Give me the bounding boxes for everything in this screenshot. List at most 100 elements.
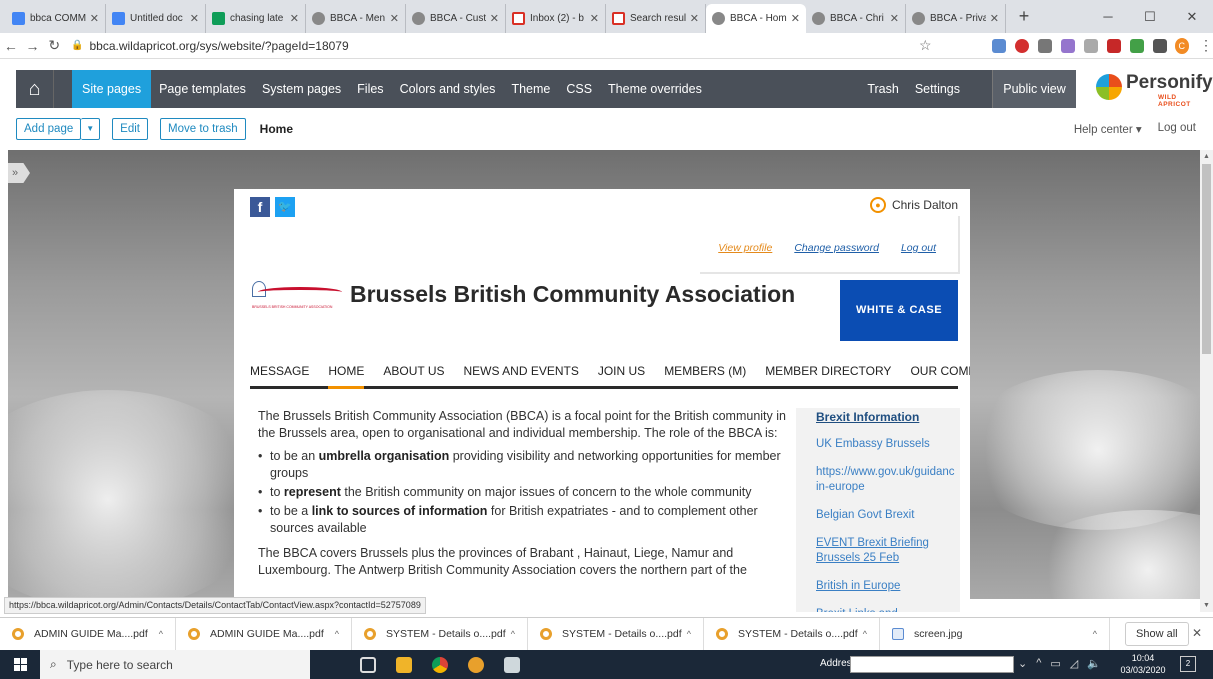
download-options-icon[interactable]: ^	[687, 629, 691, 639]
browser-app-icon[interactable]	[468, 656, 484, 673]
tab-close-icon[interactable]: ✕	[690, 12, 699, 25]
log-out-link[interactable]: Log out	[1158, 122, 1196, 136]
battery-icon[interactable]: ▭	[1050, 657, 1060, 670]
nav-item-join-us[interactable]: JOIN US	[598, 361, 645, 386]
download-item[interactable]: SYSTEM - Details o....pdf ^	[352, 617, 528, 651]
tab-close-icon[interactable]: ✕	[890, 12, 899, 25]
notification-center-icon[interactable]: 2	[1180, 656, 1196, 672]
bookmark-star-icon[interactable]: ☆	[919, 37, 932, 54]
scrollbar-thumb[interactable]	[1202, 164, 1211, 354]
extension-icon[interactable]	[991, 38, 1006, 53]
close-shelf-icon[interactable]: ✕	[1192, 626, 1202, 640]
extension-icon[interactable]	[1152, 38, 1167, 53]
twitter-icon[interactable]: 🐦	[275, 197, 295, 217]
nav-item-message[interactable]: MESSAGE	[250, 361, 309, 386]
photos-icon[interactable]	[504, 656, 520, 673]
admin-menu-site-pages[interactable]: Site pages	[72, 70, 152, 108]
sidebar-link[interactable]: EVENT Brexit Briefing Brussels 25 Feb	[816, 536, 960, 566]
view-profile-link[interactable]: View profile	[718, 242, 772, 254]
sponsor-banner[interactable]: WHITE & CASE	[840, 280, 958, 341]
tab-close-icon[interactable]: ✕	[490, 12, 499, 25]
browser-tab[interactable]: Untitled doc ✕	[106, 4, 206, 33]
download-options-icon[interactable]: ^	[863, 629, 867, 639]
sidebar-link[interactable]: https://www.gov.uk/guidanc in-europe	[816, 465, 960, 495]
tray-expand-icon[interactable]: ^	[1036, 657, 1041, 670]
download-options-icon[interactable]: ^	[511, 629, 515, 639]
admin-home-icon[interactable]: ⌂	[16, 70, 54, 108]
back-icon[interactable]: ←	[0, 38, 22, 54]
tab-close-icon[interactable]: ✕	[990, 12, 999, 25]
tab-close-icon[interactable]: ✕	[290, 12, 299, 25]
browser-tab[interactable]: BBCA - Cust ✕	[406, 4, 506, 33]
tab-close-icon[interactable]: ✕	[190, 12, 199, 25]
admin-menu-colors-and-styles[interactable]: Colors and styles	[392, 70, 504, 108]
page-scrollbar[interactable]: ▲ ▼	[1200, 150, 1213, 612]
admin-menu-theme-overrides[interactable]: Theme overrides	[600, 70, 710, 108]
download-item[interactable]: screen.jpg ^	[880, 617, 1110, 651]
extension-icon[interactable]	[1083, 38, 1098, 53]
minimize-icon[interactable]: ─	[1087, 0, 1129, 33]
scroll-down-icon[interactable]: ▼	[1200, 599, 1213, 612]
task-view-icon[interactable]	[360, 656, 376, 673]
public-view-button[interactable]: Public view	[992, 70, 1076, 108]
nav-item-home[interactable]: HOME	[328, 361, 365, 389]
url-bar[interactable]: 🔒 bbca.wildapricot.org/sys/website/?page…	[71, 35, 901, 57]
volume-icon[interactable]: 🔈	[1087, 657, 1101, 670]
browser-tab[interactable]: BBCA - Priva ✕	[906, 4, 1006, 33]
close-window-icon[interactable]: ✕	[1171, 0, 1213, 33]
sidebar-link[interactable]: Belgian Govt Brexit	[816, 508, 960, 523]
admin-menu-system-pages[interactable]: System pages	[254, 70, 349, 108]
admin-menu-css[interactable]: CSS	[558, 70, 600, 108]
scroll-up-icon[interactable]: ▲	[1200, 150, 1213, 163]
maximize-icon[interactable]: ☐	[1129, 0, 1171, 33]
sidebar-link[interactable]: British in Europe	[816, 579, 960, 594]
taskbar-search[interactable]: ⌕ Type here to search	[40, 650, 310, 679]
opera-extension-icon[interactable]	[1014, 38, 1029, 53]
nav-item-news-and-events[interactable]: NEWS AND EVENTS	[463, 361, 578, 386]
new-tab-button[interactable]: +	[1014, 6, 1034, 27]
help-center-link[interactable]: Help center ▾	[1074, 122, 1142, 136]
tab-close-icon[interactable]: ✕	[590, 12, 599, 25]
reload-icon[interactable]: ↻	[43, 37, 65, 54]
site-log-out-link[interactable]: Log out	[901, 242, 936, 254]
admin-menu-trash[interactable]: Trash	[859, 70, 907, 108]
extension-icon[interactable]	[1037, 38, 1052, 53]
sidebar-heading[interactable]: Brexit Information	[816, 410, 960, 424]
system-clock[interactable]: 10:04 03/03/2020	[1118, 652, 1168, 676]
browser-tab[interactable]: BBCA - Men ✕	[306, 4, 406, 33]
bbca-logo[interactable]: BRUSSELS BRITISH COMMUNITY ASSOCIATION	[252, 277, 344, 317]
nav-item-about-us[interactable]: ABOUT US	[383, 361, 444, 386]
browser-tab[interactable]: chasing late ✕	[206, 4, 306, 33]
download-item[interactable]: ADMIN GUIDE Ma....pdf ^	[176, 617, 352, 651]
sidebar-link[interactable]: Brexit Links and	[816, 607, 960, 612]
nav-item-our-community[interactable]: OUR COMMUNITY	[910, 361, 970, 386]
extension-icon[interactable]	[1129, 38, 1144, 53]
download-options-icon[interactable]: ^	[159, 629, 163, 639]
download-item[interactable]: SYSTEM - Details o....pdf ^	[528, 617, 704, 651]
network-icon[interactable]: ◿	[1070, 657, 1078, 670]
nav-item-member-directory[interactable]: MEMBER DIRECTORY	[765, 361, 891, 386]
edit-button[interactable]: Edit	[112, 118, 148, 140]
download-options-icon[interactable]: ^	[335, 629, 339, 639]
change-password-link[interactable]: Change password	[794, 242, 879, 254]
admin-menu-files[interactable]: Files	[349, 70, 391, 108]
browser-tab[interactable]: Search resul ✕	[606, 4, 706, 33]
chrome-icon[interactable]	[432, 656, 448, 673]
admin-menu-page-templates[interactable]: Page templates	[151, 70, 254, 108]
extension-icon[interactable]	[1060, 38, 1075, 53]
extension-icon[interactable]	[1106, 38, 1121, 53]
file-explorer-icon[interactable]	[396, 656, 412, 673]
browser-tab[interactable]: BBCA - Hom ✕	[706, 4, 806, 33]
profile-avatar[interactable]: C	[1174, 37, 1190, 54]
sidebar-link[interactable]: UK Embassy Brussels	[816, 437, 960, 452]
admin-menu-settings[interactable]: Settings	[907, 70, 968, 108]
add-page-button[interactable]: Add page	[16, 118, 82, 140]
start-button[interactable]	[0, 650, 40, 679]
download-options-icon[interactable]: ^	[1093, 629, 1097, 639]
download-item[interactable]: ADMIN GUIDE Ma....pdf ^	[0, 617, 176, 651]
tray-chevron-icon[interactable]: ⌄	[1018, 657, 1027, 670]
browser-tab[interactable]: bbca COMM ✕	[6, 4, 106, 33]
member-name[interactable]: Chris Dalton	[892, 198, 958, 212]
address-toolbar-input[interactable]	[850, 656, 1014, 673]
nav-item-members-m[interactable]: MEMBERS (M)	[664, 361, 746, 386]
